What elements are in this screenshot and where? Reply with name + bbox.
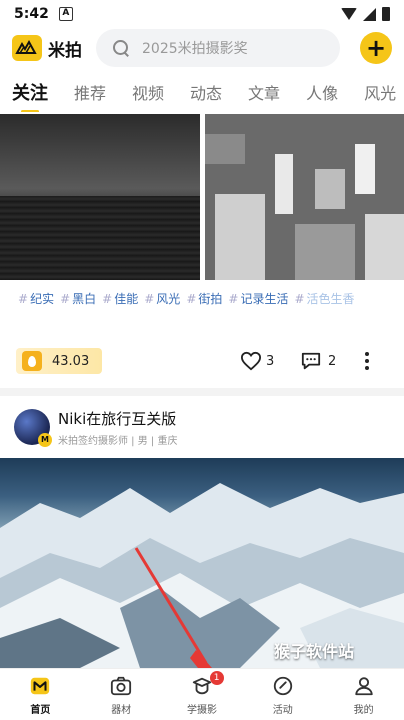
flame-icon	[22, 351, 42, 371]
notification-a-icon: A	[58, 7, 73, 21]
search-placeholder: 2025米拍摄影奖	[142, 41, 248, 57]
author-name[interactable]: Niki在旅行互关版	[58, 408, 177, 429]
activity-icon	[271, 674, 295, 698]
logo-mark-icon	[12, 35, 42, 61]
like-button[interactable]: 3	[240, 351, 274, 371]
post-photo-sea[interactable]	[0, 114, 200, 280]
logo-text: 米拍	[48, 40, 82, 61]
app-header: 米拍 2025米拍摄影奖 +	[0, 28, 404, 68]
post-photo-mountains[interactable]: 猴子软件站	[0, 458, 404, 668]
home-icon	[28, 674, 52, 698]
notification-badge: 1	[209, 671, 224, 685]
tag-item[interactable]: # 黑白	[60, 290, 96, 312]
nav-learn-label: 学摄影	[186, 704, 217, 716]
nav-equipment[interactable]: 器材	[81, 669, 162, 720]
nav-home[interactable]: 首页	[0, 669, 81, 720]
tab-moments[interactable]: 动态	[190, 80, 222, 104]
nav-home-label: 首页	[30, 704, 51, 716]
comment-button[interactable]: 2	[300, 351, 336, 371]
tab-articles[interactable]: 文章	[248, 80, 280, 104]
nav-profile-label: 我的	[353, 704, 374, 716]
tag-item[interactable]: # 街拍	[186, 290, 222, 312]
tag-item[interactable]: # 记录生活	[228, 290, 288, 312]
tab-video[interactable]: 视频	[132, 80, 164, 104]
energy-value: 43.03	[52, 353, 90, 369]
post-actions: 43.03 3 2	[0, 344, 404, 378]
post-photos	[0, 114, 404, 280]
wifi-icon	[341, 8, 357, 20]
like-count: 3	[266, 353, 275, 369]
tag-item[interactable]: # 活色生香	[294, 290, 354, 312]
feed-divider	[0, 388, 404, 396]
tab-landscape[interactable]: 风光	[364, 80, 396, 104]
post-author[interactable]: Niki在旅行互关版 米拍签约摄影师 | 男 | 重庆	[14, 406, 394, 448]
nav-learn[interactable]: 1 学摄影	[162, 669, 243, 720]
add-button[interactable]: +	[360, 32, 392, 64]
status-right	[341, 7, 390, 21]
tag-item[interactable]: # 佳能	[102, 290, 138, 312]
author-meta: 米拍签约摄影师 | 男 | 重庆	[58, 435, 178, 447]
signal-icon	[363, 7, 376, 21]
tab-recommended[interactable]: 推荐	[74, 80, 106, 104]
profile-icon	[352, 674, 376, 698]
plus-icon: +	[365, 34, 387, 62]
nav-activity-label: 活动	[272, 704, 293, 716]
tab-following[interactable]: 关注	[12, 79, 48, 105]
app-logo: 米拍	[12, 35, 82, 61]
status-time: 5:42	[14, 6, 49, 22]
more-options-icon[interactable]	[364, 352, 370, 370]
category-tabs: 关注 推荐 视频 动态 文章 人像 风光	[0, 72, 404, 112]
comment-count: 2	[328, 353, 337, 369]
watermark-text: 猴子软件站	[273, 642, 354, 661]
heart-icon	[240, 351, 262, 371]
nav-profile[interactable]: 我的	[323, 669, 404, 720]
energy-badge[interactable]: 43.03	[16, 348, 102, 374]
tag-item[interactable]: # 纪实	[18, 290, 54, 312]
camera-icon	[109, 674, 133, 698]
author-info: Niki在旅行互关版 米拍签约摄影师 | 男 | 重庆	[58, 408, 177, 447]
bottom-navigation: 首页 器材 1 学摄影 活动 我的	[0, 668, 404, 720]
battery-icon	[382, 7, 390, 21]
search-bar[interactable]: 2025米拍摄影奖	[96, 29, 340, 67]
tab-portrait[interactable]: 人像	[306, 80, 338, 104]
status-bar: 5:42 A	[0, 0, 404, 28]
tag-item[interactable]: # 风光	[144, 290, 180, 312]
avatar[interactable]	[14, 409, 52, 447]
comment-icon	[301, 352, 321, 370]
post-photo-city[interactable]	[205, 114, 404, 280]
nav-equipment-label: 器材	[111, 704, 132, 716]
post-tags: # 纪实 # 黑白 # 佳能 # 风光 # 街拍 # 记录生活 # 活色生香	[18, 290, 388, 312]
nav-activity[interactable]: 活动	[242, 669, 323, 720]
search-icon	[112, 39, 130, 57]
